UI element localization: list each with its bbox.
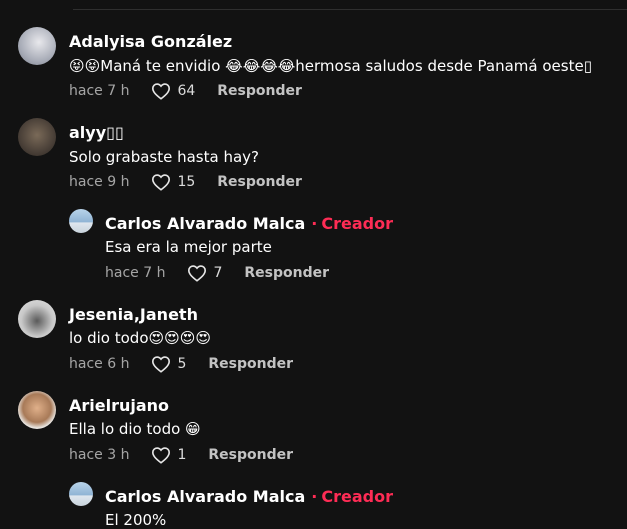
- username[interactable]: Jesenia,Janeth: [69, 305, 198, 324]
- username[interactable]: Carlos Alvarado Malca · Creador: [105, 214, 393, 233]
- avatar[interactable]: [69, 482, 93, 506]
- avatar[interactable]: [18, 118, 56, 156]
- like-count: 1: [177, 447, 187, 463]
- comment-text: 😝😝Maná te envidio 😂😂😂😂hermosa saludos de…: [69, 57, 592, 75]
- creator-badge: Creador: [321, 214, 393, 233]
- like-button[interactable]: 64: [151, 82, 195, 100]
- comment-text: Solo grabaste hasta hay?: [69, 148, 259, 166]
- comment-text: lo dio todo😍😍😍😍: [69, 329, 212, 347]
- comment-meta: hace 7 h 64 Responder: [69, 82, 302, 100]
- like-count: 5: [177, 356, 187, 372]
- reply-button[interactable]: Responder: [244, 265, 329, 281]
- separator-dot: ·: [311, 214, 318, 233]
- like-count: 7: [213, 265, 223, 281]
- avatar[interactable]: [18, 27, 56, 65]
- heart-icon: [188, 265, 207, 282]
- reply-button[interactable]: Responder: [217, 83, 302, 99]
- username[interactable]: Carlos Alvarado Malca · Creador: [105, 487, 393, 506]
- comment-meta: hace 7 h 7 Responder: [105, 264, 329, 282]
- avatar[interactable]: [18, 300, 56, 338]
- username[interactable]: Arielrujano: [69, 396, 169, 415]
- comment-text: Ella lo dio todo 😁: [69, 420, 201, 438]
- reply-button[interactable]: Responder: [208, 356, 293, 372]
- comment-meta: hace 6 h 5 Responder: [69, 355, 293, 373]
- avatar[interactable]: [69, 209, 93, 233]
- like-count: 15: [177, 174, 196, 190]
- reply-button[interactable]: Responder: [208, 447, 293, 463]
- heart-icon: [152, 356, 171, 373]
- timestamp: hace 7 h: [69, 83, 130, 99]
- timestamp: hace 7 h: [105, 265, 166, 281]
- reply-username: Carlos Alvarado Malca: [105, 487, 306, 506]
- timestamp: hace 9 h: [69, 174, 130, 190]
- like-button[interactable]: 1: [151, 446, 186, 464]
- separator-dot: ·: [311, 487, 318, 506]
- reply-button[interactable]: Responder: [217, 174, 302, 190]
- creator-badge: Creador: [321, 487, 393, 506]
- like-count: 64: [177, 83, 196, 99]
- like-button[interactable]: 7: [187, 264, 222, 282]
- timestamp: hace 3 h: [69, 447, 130, 463]
- heart-icon: [152, 447, 171, 464]
- comment-meta: hace 3 h 1 Responder: [69, 446, 293, 464]
- comment-text: Esa era la mejor parte: [105, 238, 272, 256]
- heart-icon: [152, 83, 171, 100]
- reply-username: Carlos Alvarado Malca: [105, 214, 306, 233]
- timestamp: hace 6 h: [69, 356, 130, 372]
- comment-text: El 200%: [105, 511, 167, 529]
- username[interactable]: alyy▯▯: [69, 123, 124, 142]
- divider: [73, 9, 627, 10]
- like-button[interactable]: 15: [151, 173, 195, 191]
- like-button[interactable]: 5: [151, 355, 186, 373]
- avatar[interactable]: [18, 391, 56, 429]
- comment-meta: hace 9 h 15 Responder: [69, 173, 302, 191]
- username[interactable]: Adalyisa González: [69, 32, 232, 51]
- heart-icon: [152, 174, 171, 191]
